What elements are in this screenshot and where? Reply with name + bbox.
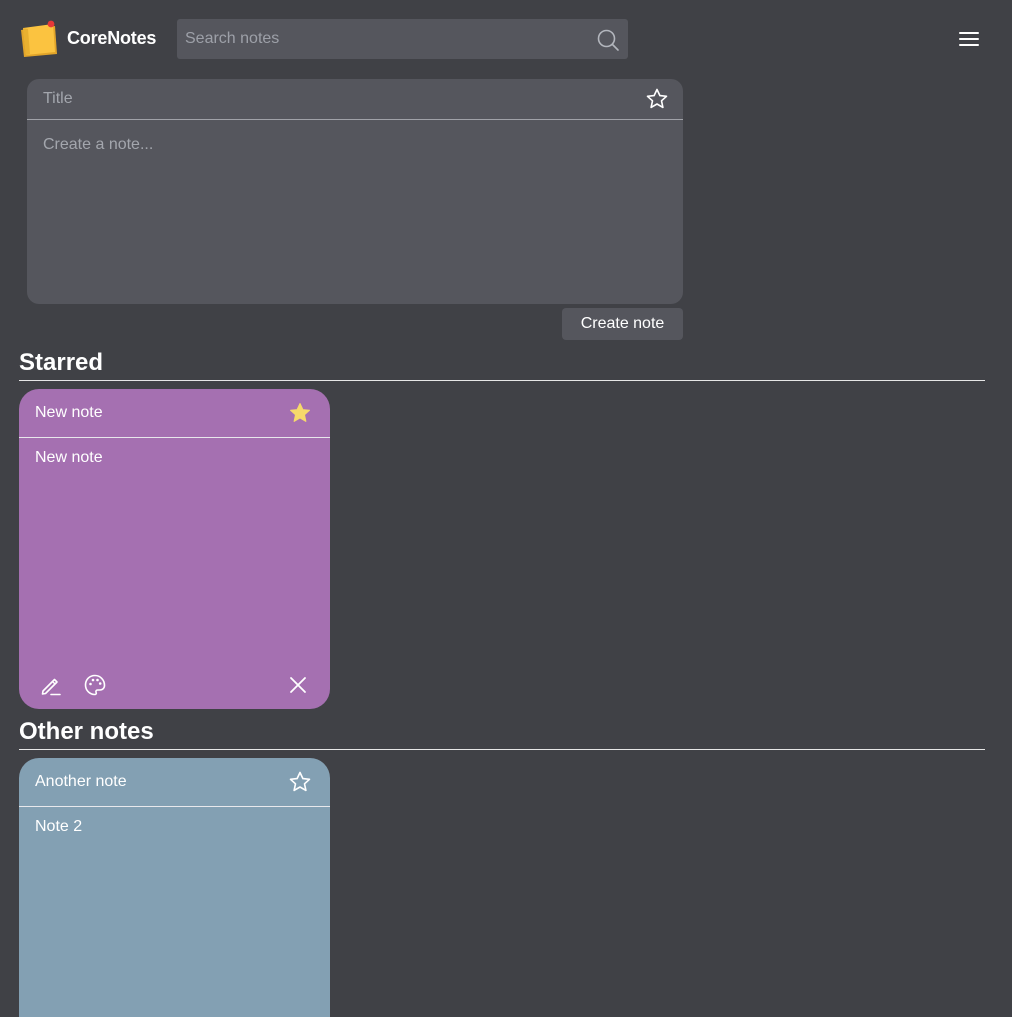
search-icon[interactable] [596, 28, 620, 52]
notes-logo-icon [21, 20, 57, 57]
section-divider [19, 380, 985, 381]
app-header: CoreNotes [0, 0, 1012, 78]
palette-icon[interactable] [83, 673, 107, 697]
note-divider [19, 437, 330, 438]
app-title: CoreNotes [67, 28, 157, 48]
note-body: New note [35, 449, 103, 466]
section-title-other-notes: Other notes [19, 718, 154, 745]
note-card[interactable]: New note New note [19, 389, 330, 709]
note-card[interactable]: Another note Note 2 [19, 758, 330, 1017]
section-divider [19, 749, 985, 750]
note-divider [19, 806, 330, 807]
pencil-icon[interactable] [39, 673, 63, 697]
star-outline-icon[interactable] [288, 770, 312, 794]
star-outline-icon[interactable] [645, 87, 669, 111]
search-input[interactable] [177, 19, 587, 59]
create-note-button[interactable]: Create note [562, 308, 683, 340]
section-title-starred: Starred [19, 349, 104, 376]
star-filled-icon[interactable] [288, 401, 312, 425]
note-composer [27, 79, 683, 304]
composer-title-input[interactable] [27, 79, 627, 119]
hamburger-menu-icon[interactable] [957, 28, 981, 52]
note-body: Note 2 [35, 818, 83, 835]
composer-body-input[interactable] [27, 120, 683, 304]
note-title: Another note [35, 773, 127, 790]
search-bar [177, 19, 628, 59]
close-icon[interactable] [286, 673, 310, 697]
note-title: New note [35, 404, 103, 421]
